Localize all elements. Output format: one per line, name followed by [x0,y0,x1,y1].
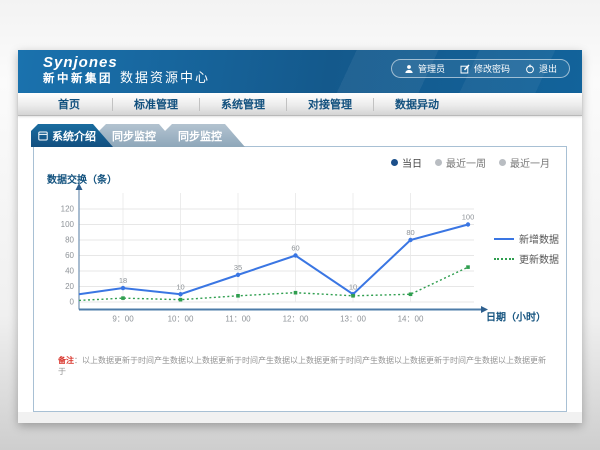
legend-item-new-data[interactable]: 新增数据 [494,231,559,246]
data-point-label: 10 [176,282,184,291]
tab-system-intro[interactable]: 系统介绍 [31,124,113,147]
footnote-text: ：以上数据更新于时间产生数据以上数据更新于时间产生数据以上数据更新于时间产生数据… [58,356,546,376]
legend-item-update-data[interactable]: 更新数据 [494,251,559,266]
data-point [408,238,412,242]
data-point [121,296,125,300]
data-point [351,294,355,298]
legend-solid-line-icon [494,238,514,240]
user-menu: 管理员 修改密码 退出 [391,59,570,78]
legend-label: 更新数据 [519,251,559,266]
legend-dotted-line-icon [494,258,514,260]
x-tick-label: 9：00 [112,315,134,324]
y-axis-title: 数据交换（条） [47,173,117,186]
tab-sync-monitor-2[interactable]: 同步监控 [165,124,245,147]
edit-icon [460,64,470,74]
tab-label: 系统介绍 [52,128,96,144]
x-axis-title: 日期（小时） [486,311,546,324]
data-point [466,265,470,269]
y-tick-label: 60 [65,251,74,260]
data-point [236,294,240,298]
x-tick-label: 10：00 [168,315,194,324]
admin-user-button[interactable]: 管理员 [404,62,445,75]
page-title: 数据资源中心 [120,67,210,86]
data-point [293,253,297,257]
y-tick-label: 40 [65,267,74,276]
data-point-label: 100 [462,213,475,222]
x-tick-label: 12：00 [283,315,309,324]
chart-legend: 新增数据 更新数据 [494,231,559,266]
data-point [178,292,182,296]
logo-title: Synjones [43,55,118,71]
data-point [409,292,413,296]
nav-item-standard-mgmt[interactable]: 标准管理 [113,96,199,112]
x-tick-label: 14：00 [398,315,424,324]
data-point [466,222,470,226]
data-point [179,298,183,302]
power-icon [525,64,535,74]
synjones-logo[interactable]: Synjones 新中新集团 [43,55,118,85]
logout-label: 退出 [539,62,557,75]
app-header: Synjones 新中新集团 数据资源中心 管理员 修改密码 [18,50,582,93]
tab-bar: 系统介绍 同步监控 同步监控 [31,124,245,147]
user-icon [404,64,414,74]
chart-panel: 当日 最近一周 最近一月 9：0010：0011：0012：0013：0014：… [33,146,567,412]
nav-item-connection-mgmt[interactable]: 对接管理 [287,96,373,112]
app-window: Synjones 新中新集团 数据资源中心 管理员 修改密码 [18,50,582,423]
data-point-label: 60 [291,244,299,253]
data-point-label: 10 [349,282,357,291]
change-password-label: 修改密码 [474,62,510,75]
y-tick-label: 80 [65,236,74,245]
document-icon [38,131,48,141]
data-point [121,286,125,290]
line-chart-svg: 9：00 10：00 11：00 12：00 13：00 14：00 0 20 40 60 80 10… [34,147,566,347]
logo-subtitle: 新中新集团 [43,73,118,85]
page-footer-strip [18,412,582,423]
data-point-label: 35 [234,263,242,272]
admin-user-label: 管理员 [418,62,445,75]
footnote: 备注：以上数据更新于时间产生数据以上数据更新于时间产生数据以上数据更新于时间产生… [58,355,550,377]
x-tick-label: 13：00 [340,315,366,324]
main-nav: 首页 标准管理 系统管理 对接管理 数据异动 [18,93,582,116]
data-point-label: 18 [119,276,127,285]
tab-label: 同步监控 [112,128,156,144]
y-tick-label: 100 [61,220,75,229]
data-point [294,291,298,295]
nav-item-system-mgmt[interactable]: 系统管理 [200,96,286,112]
change-password-button[interactable]: 修改密码 [460,62,510,75]
nav-item-data-change[interactable]: 数据异动 [374,96,460,112]
y-tick-label: 20 [65,282,74,291]
footnote-label: 备注 [58,356,74,365]
y-tick-label: 120 [61,205,75,214]
tab-sync-monitor-1[interactable]: 同步监控 [99,124,179,147]
nav-item-home[interactable]: 首页 [26,96,112,112]
data-point-label: 80 [406,228,414,237]
x-tick-label: 11：00 [225,315,251,324]
y-tick-label: 0 [70,298,75,307]
data-point [236,273,240,277]
legend-label: 新增数据 [519,231,559,246]
tab-label: 同步监控 [178,128,222,144]
logout-button[interactable]: 退出 [525,62,557,75]
desktop-background: Synjones 新中新集团 数据资源中心 管理员 修改密码 [0,0,600,450]
